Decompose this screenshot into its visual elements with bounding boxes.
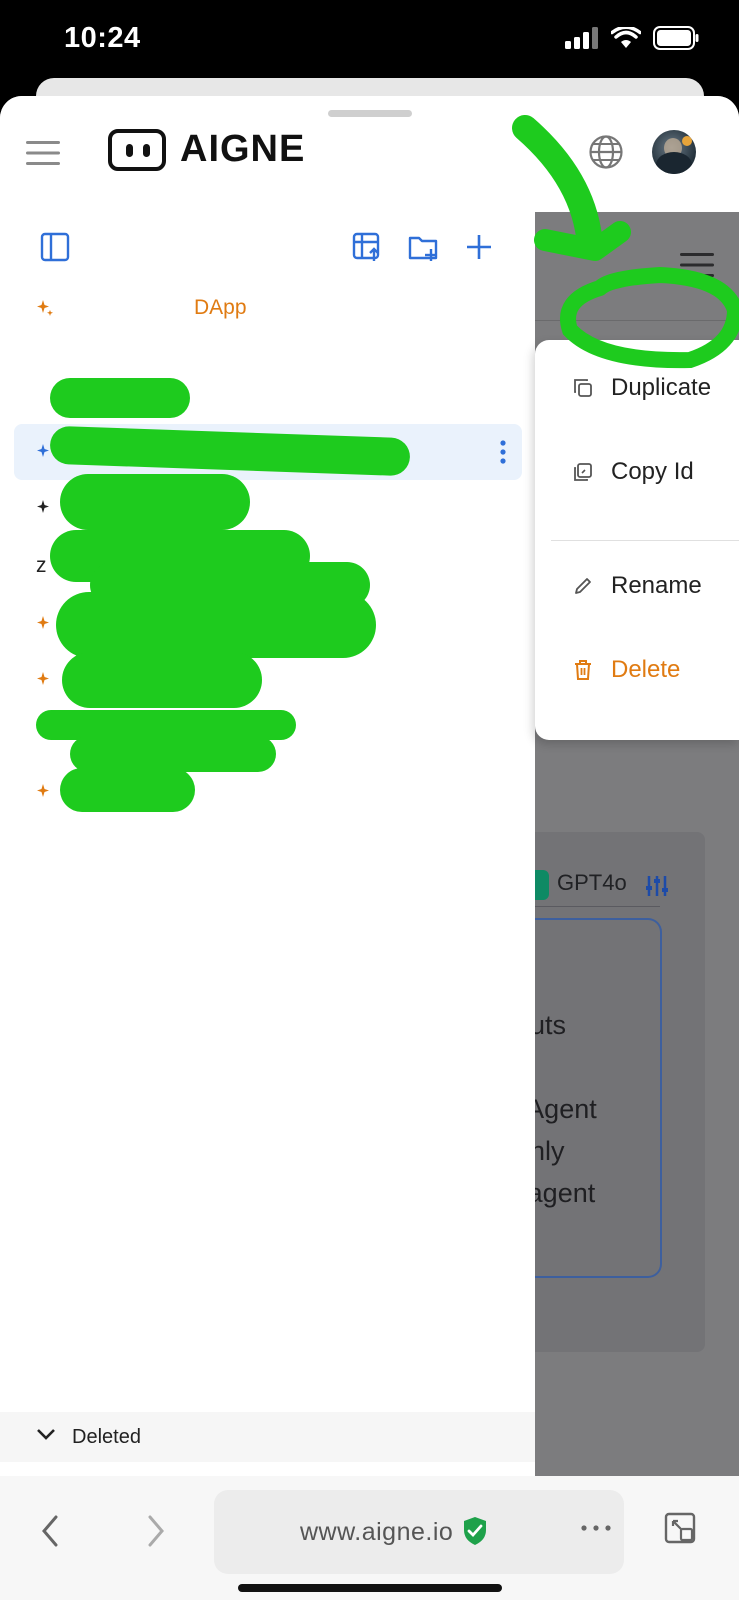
app-header: AIGNE	[0, 96, 739, 213]
menu-item-copy-id[interactable]: Copy Id	[573, 458, 694, 486]
redaction-scribble	[56, 592, 376, 658]
globe-icon[interactable]	[588, 134, 624, 170]
menu-item-label: Rename	[611, 572, 702, 599]
status-bar: 10:24	[0, 0, 739, 80]
secure-shield-icon	[464, 1517, 486, 1545]
model-label[interactable]: GPT4o	[557, 870, 627, 896]
menu-separator	[551, 540, 739, 541]
browser-toolbar: www.aigne.io	[0, 1476, 739, 1600]
logo-mark	[108, 128, 166, 171]
more-horizontal-icon[interactable]	[580, 1524, 612, 1532]
app-sheet: AIGNE GPT4o outs ' Agent only ' agent DA…	[0, 96, 739, 1476]
deleted-section-label: Deleted	[72, 1426, 141, 1448]
sparkle-icon	[37, 616, 49, 629]
back-arrow-icon[interactable]	[40, 1514, 60, 1548]
address-bar[interactable]: www.aigne.io	[214, 1490, 624, 1574]
pencil-icon	[575, 578, 591, 594]
menu-item-label: Delete	[611, 656, 681, 683]
deleted-section-toggle[interactable]: Deleted	[0, 1412, 535, 1462]
menu-item-label: Duplicate	[611, 374, 712, 401]
logo-text: AIGNE	[180, 128, 306, 170]
new-folder-icon[interactable]	[408, 232, 438, 262]
home-indicator[interactable]	[238, 1584, 502, 1592]
sparkle-icon	[37, 500, 49, 513]
redaction-scribble	[70, 736, 276, 772]
user-avatar[interactable]	[652, 130, 696, 174]
picture-in-picture-icon[interactable]	[664, 1512, 698, 1546]
sparkle-icon	[37, 784, 49, 797]
wifi-icon	[611, 27, 641, 48]
redaction-scribble	[60, 768, 195, 812]
trash-icon	[575, 660, 591, 680]
sparkle-icon	[37, 300, 53, 316]
sparkle-icon	[37, 672, 49, 685]
box-divider	[515, 906, 660, 907]
tree-item-label: DApp	[194, 296, 247, 319]
tree-item-folder: z	[36, 554, 47, 577]
menu-item-delete[interactable]: Delete	[573, 656, 680, 684]
url-text: www.aigne.io	[300, 1518, 454, 1546]
agent-card: GPT4o outs s ' Agent only ' agent	[515, 832, 705, 1352]
tune-settings-icon[interactable]	[645, 874, 669, 898]
redaction-scribble	[60, 474, 250, 530]
chevron-down-icon	[37, 1429, 55, 1440]
page-menu-icon[interactable]	[680, 252, 714, 278]
battery-icon	[653, 26, 699, 50]
status-time: 10:24	[64, 22, 141, 54]
duplicate-icon	[574, 379, 592, 397]
redaction-scribble	[50, 378, 190, 418]
sidebar-toggle-icon[interactable]	[40, 232, 70, 262]
more-vertical-icon[interactable]	[500, 440, 506, 464]
import-table-icon[interactable]	[352, 232, 382, 262]
tree-item-dapp[interactable]: DApp	[14, 280, 522, 336]
status-icons	[565, 26, 699, 50]
aigne-logo[interactable]: AIGNE	[108, 128, 305, 171]
cellular-signal-icon	[565, 27, 598, 49]
project-sidebar: DApp z Deleted	[0, 212, 535, 1476]
add-icon[interactable]	[464, 232, 494, 262]
menu-item-rename[interactable]: Rename	[573, 572, 702, 600]
hamburger-menu-icon[interactable]	[26, 140, 60, 166]
menu-item-label: Copy Id	[611, 458, 694, 485]
redaction-scribble	[62, 652, 262, 708]
copy-id-icon	[574, 463, 592, 481]
context-menu: Duplicate Copy Id Rename Delete	[535, 340, 739, 740]
page-divider	[535, 320, 739, 321]
menu-item-duplicate[interactable]: Duplicate	[573, 374, 711, 402]
sheet-grabber[interactable]	[328, 110, 412, 117]
forward-arrow-icon[interactable]	[146, 1514, 166, 1548]
